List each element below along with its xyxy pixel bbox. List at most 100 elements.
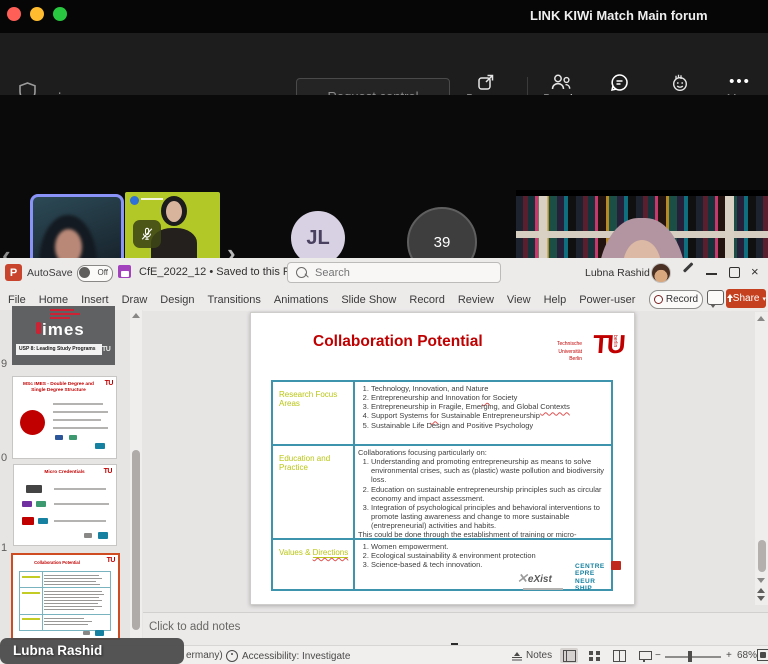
row-content: Technology, Innovation, and Nature Entre… [354, 381, 612, 445]
slide11-title: Collaboration Potential [27, 560, 87, 565]
slide-canvas[interactable]: Collaboration Potential Technische Unive… [250, 312, 635, 605]
menu-insert[interactable]: Insert [81, 294, 109, 306]
thumbnail-slide-10[interactable]: Micro Credentials TU [13, 464, 117, 546]
chat-icon [610, 73, 629, 92]
thumbnail-slide-8[interactable]: imes USP 8: Leading Study Programs TU [12, 306, 115, 365]
imes-logo-figure [36, 322, 41, 334]
powerpoint-app-icon: P [5, 264, 22, 281]
save-icon[interactable] [118, 265, 131, 278]
slide-scrollbar[interactable] [755, 312, 768, 605]
reactions-icon [670, 73, 690, 92]
mic-muted-overlay [133, 220, 161, 248]
video-tile-green-1[interactable] [125, 192, 220, 261]
macos-zoom-button[interactable] [53, 7, 67, 21]
slide-thumbnail-panel: imes USP 8: Leading Study Programs TU 9 … [0, 310, 143, 664]
zoom-percentage[interactable]: 68% [737, 650, 757, 661]
notes-pane[interactable]: Click to add notes [143, 612, 768, 646]
row-label: Education and Practice [272, 445, 354, 539]
pen-icon[interactable] [683, 262, 693, 272]
red-circle-graphic [20, 410, 45, 435]
slide-sorter-view-button[interactable] [585, 648, 603, 663]
thumbnail-slide-9[interactable]: MSc IMES - Double Degree and Single Degr… [12, 376, 117, 459]
zoom-slider-thumb[interactable] [688, 651, 692, 662]
ppt-menubar: File Home Insert Draw Design Transitions… [0, 288, 768, 311]
accessibility-status[interactable]: Accessibility: Investigate [226, 650, 350, 662]
mini-table-graphic [19, 571, 111, 631]
zoom-out-button[interactable]: − [655, 650, 661, 661]
search-icon [296, 267, 307, 278]
people-icon [550, 73, 572, 91]
slide-number: 1 [1, 542, 7, 554]
slide10-title: Micro Credentials [22, 470, 107, 476]
menu-animations[interactable]: Animations [274, 294, 328, 306]
menu-design[interactable]: Design [160, 294, 194, 306]
ppt-titlebar: P AutoSave Off CfE_2022_12 • Saved to th… [0, 258, 768, 288]
menu-view[interactable]: View [507, 294, 531, 306]
tu-berlin-logo: Technische Universität Berlin TU berlin [544, 329, 632, 377]
minimize-button[interactable] [706, 273, 717, 275]
scrollbar-thumb[interactable] [758, 540, 766, 572]
record-button[interactable]: Record [649, 290, 703, 309]
row-label: Research Focus Areas [272, 381, 354, 445]
close-button[interactable]: × [751, 264, 759, 279]
language-status-partial[interactable]: ermany) [186, 650, 223, 661]
document-title[interactable]: CfE_2022_12 • Saved to this PC▾ [139, 266, 306, 278]
fit-to-window-button[interactable] [757, 649, 768, 661]
normal-view-button[interactable] [560, 648, 578, 663]
search-input[interactable] [313, 266, 477, 280]
reading-view-button[interactable] [610, 648, 628, 663]
autosave-toggle[interactable]: Off [77, 265, 113, 282]
menu-review[interactable]: Review [458, 294, 494, 306]
menu-slideshow[interactable]: Slide Show [341, 294, 396, 306]
comments-button[interactable] [707, 290, 724, 305]
row-content: Women empowerment. Ecological sustainabi… [354, 539, 612, 590]
next-slide-button[interactable] [757, 596, 765, 601]
account-avatar[interactable] [651, 263, 671, 283]
toggle-knob [79, 267, 90, 278]
teams-toolbar: --:-- Request control Pop out People Cha… [0, 33, 768, 95]
menu-file[interactable]: File [8, 294, 26, 306]
menu-record[interactable]: Record [409, 294, 444, 306]
scrollbar-thumb[interactable] [132, 450, 140, 630]
menu-draw[interactable]: Draw [122, 294, 148, 306]
autosave-label: AutoSave [27, 267, 73, 279]
thumbnail-slide-11-selected[interactable]: Collaboration Potential TU [11, 553, 120, 640]
scroll-up-arrow[interactable] [757, 316, 765, 321]
menu-transitions[interactable]: Transitions [208, 294, 261, 306]
share-button[interactable]: Share ▾ [726, 289, 766, 308]
share-icon [726, 295, 730, 302]
pop-out-icon [477, 73, 495, 91]
slide-title: Collaboration Potential [313, 333, 483, 351]
teams-titlebar: LINK KIWi Match Main forum [0, 0, 768, 33]
notes-icon [512, 652, 522, 660]
account-name: Lubna Rashid [585, 267, 650, 279]
video-strip: ‹ › JL Julia Lind... [0, 95, 768, 258]
restore-button[interactable] [729, 267, 740, 278]
menu-power-user[interactable]: Power-user [579, 294, 635, 306]
slide-number: 9 [1, 358, 7, 370]
meeting-title: LINK KIWi Match Main forum [530, 8, 708, 23]
record-icon [654, 295, 663, 304]
slideshow-view-button[interactable] [635, 648, 653, 663]
macos-close-button[interactable] [7, 7, 21, 21]
scroll-down-arrow[interactable] [757, 578, 765, 583]
exist-logo: ⨯eXist [517, 569, 565, 595]
menu-help[interactable]: Help [544, 294, 567, 306]
previous-slide-button[interactable] [757, 588, 765, 593]
thumbnail-scrollbar[interactable] [130, 310, 142, 664]
participant-avatar[interactable]: JL [291, 211, 345, 265]
directions-link[interactable]: Directions [313, 548, 349, 558]
zoom-in-button[interactable]: + [726, 650, 732, 661]
menu-home[interactable]: Home [39, 294, 68, 306]
chevron-down-icon: ▾ [762, 295, 766, 303]
zoom-slider-track[interactable] [665, 656, 721, 658]
centre-for-entrepreneurship-logo: CENTRE EPRE NEUR SHIP [575, 563, 619, 593]
scroll-up-arrow[interactable] [132, 313, 140, 318]
tu-logo-mini: TU [102, 346, 110, 353]
slide8-caption: USP 8: Leading Study Programs [16, 344, 102, 355]
macos-minimize-button[interactable] [30, 7, 44, 21]
notes-toggle[interactable]: Notes [512, 650, 552, 661]
search-box[interactable] [287, 262, 501, 283]
virtual-background-logo [130, 196, 139, 205]
tu-logo-mini: TU [107, 557, 115, 564]
